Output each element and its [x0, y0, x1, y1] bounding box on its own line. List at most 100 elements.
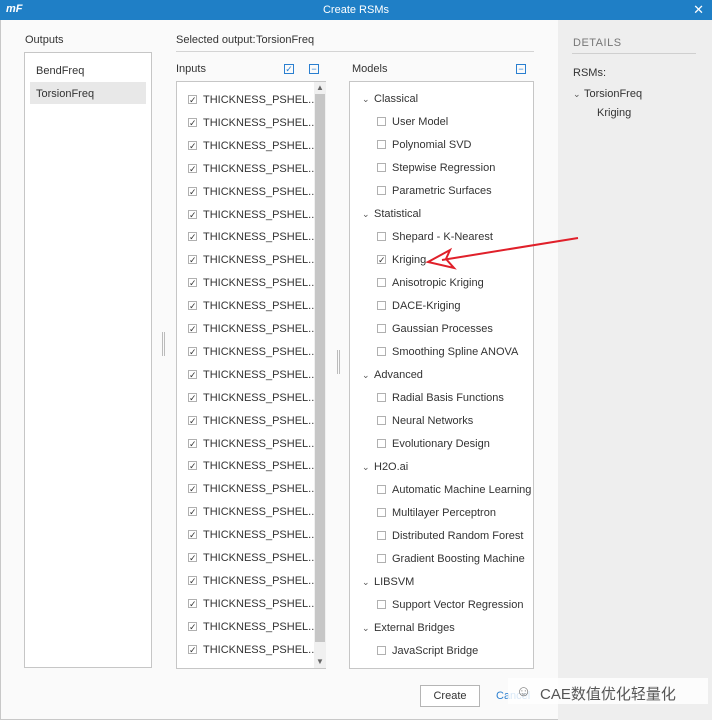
- model-label: Multilayer Perceptron: [392, 507, 496, 519]
- model-label: Evolutionary Design: [392, 438, 490, 450]
- input-label: THICKNESS_PSHEL...: [203, 345, 318, 358]
- model-checkbox[interactable]: [377, 554, 386, 563]
- input-label: THICKNESS_PSHEL...: [203, 391, 318, 404]
- input-checkbox[interactable]: ✓: [188, 346, 197, 356]
- model-group-label: External Bridges: [374, 622, 455, 634]
- annotation-arrow: [425, 237, 579, 270]
- rsm-tree-parent[interactable]: TorsionFreq: [584, 88, 642, 100]
- model-checkbox[interactable]: [377, 393, 386, 402]
- outputs-header: Outputs: [25, 34, 64, 46]
- model-label: Stepwise Regression: [392, 162, 496, 174]
- model-group-label: Classical: [374, 93, 419, 105]
- input-checkbox[interactable]: ✓: [188, 575, 197, 585]
- splitter-handle-middle[interactable]: [337, 350, 340, 374]
- input-checkbox[interactable]: ✓: [188, 507, 197, 517]
- details-header: DETAILS: [573, 37, 622, 49]
- input-label: THICKNESS_PSHEL...: [203, 254, 318, 267]
- input-checkbox[interactable]: ✓: [188, 209, 197, 219]
- model-label: DACE-Kriging: [392, 300, 461, 312]
- input-label: THICKNESS_PSHEL...: [203, 506, 318, 519]
- input-checkbox[interactable]: ✓: [188, 621, 197, 631]
- model-checkbox[interactable]: [377, 600, 386, 609]
- model-checkbox[interactable]: [377, 347, 386, 356]
- input-label: THICKNESS_PSHEL...: [203, 139, 318, 152]
- chevron-down-icon[interactable]: ⌄: [362, 94, 370, 105]
- scroll-up-icon[interactable]: ▲: [315, 83, 325, 92]
- input-checkbox[interactable]: ✓: [188, 644, 197, 654]
- rsms-label: RSMs:: [573, 67, 606, 79]
- input-checkbox[interactable]: ✓: [188, 278, 197, 288]
- model-label: Polynomial SVD: [392, 139, 472, 151]
- input-checkbox[interactable]: ✓: [188, 163, 197, 173]
- model-checkbox[interactable]: [377, 416, 386, 425]
- model-group-label: LIBSVM: [374, 576, 415, 588]
- model-label: Gradient Boosting Machine: [392, 553, 525, 565]
- model-label: Radial Basis Functions: [392, 392, 504, 404]
- model-checkbox[interactable]: [377, 646, 386, 655]
- input-label: THICKNESS_PSHEL...: [203, 116, 318, 129]
- model-checkbox[interactable]: [377, 485, 386, 494]
- input-checkbox[interactable]: ✓: [188, 415, 197, 425]
- input-checkbox[interactable]: ✓: [188, 438, 197, 448]
- model-checkbox[interactable]: [377, 117, 386, 126]
- input-label: THICKNESS_PSHEL...: [203, 414, 318, 427]
- select-all-checkbox-icon[interactable]: ✓: [284, 64, 294, 74]
- input-checkbox[interactable]: ✓: [188, 392, 197, 402]
- chevron-down-icon[interactable]: ⌄: [573, 89, 581, 100]
- model-checkbox[interactable]: [377, 301, 386, 310]
- selected-output-value: TorsionFreq: [256, 34, 315, 46]
- input-checkbox[interactable]: ✓: [188, 95, 197, 105]
- input-label: THICKNESS_PSHEL...: [203, 460, 318, 473]
- model-checkbox[interactable]: [377, 163, 386, 172]
- input-label: THICKNESS_PSHEL...: [203, 552, 318, 564]
- input-label: THICKNESS_PSHEL...: [203, 368, 318, 381]
- input-checkbox[interactable]: ✓: [188, 301, 197, 311]
- input-checkbox[interactable]: ✓: [188, 255, 197, 265]
- chevron-down-icon[interactable]: ⌄: [362, 462, 370, 473]
- model-label: Parametric Surfaces: [392, 185, 492, 197]
- input-checkbox[interactable]: ✓: [188, 232, 197, 242]
- input-label: THICKNESS_PSHEL...: [203, 300, 318, 313]
- input-checkbox[interactable]: ✓: [188, 598, 197, 608]
- divider: [176, 51, 534, 52]
- selected-output-label: Selected output:: [176, 34, 256, 46]
- input-checkbox[interactable]: ✓: [188, 369, 197, 379]
- model-checkbox[interactable]: [377, 531, 386, 540]
- chevron-down-icon[interactable]: ⌄: [362, 209, 370, 220]
- output-item-torsionfreq[interactable]: TorsionFreq: [30, 82, 146, 104]
- model-checkbox[interactable]: [377, 232, 386, 241]
- output-item-bendfreq[interactable]: BendFreq: [30, 59, 146, 81]
- scroll-down-icon[interactable]: ▼: [315, 657, 325, 666]
- input-label: THICKNESS_PSHEL...: [203, 231, 318, 244]
- inputs-scroll-thumb[interactable]: [315, 94, 325, 642]
- rsm-tree-child[interactable]: Kriging: [597, 107, 631, 119]
- collapse-icon[interactable]: −: [516, 64, 526, 74]
- wechat-icon: ☺: [516, 683, 532, 700]
- input-label: THICKNESS_PSHEL...: [203, 620, 318, 633]
- collapse-icon[interactable]: −: [309, 64, 319, 74]
- input-checkbox[interactable]: ✓: [188, 530, 197, 540]
- input-checkbox[interactable]: ✓: [188, 484, 197, 494]
- input-checkbox[interactable]: ✓: [188, 324, 197, 334]
- input-label: THICKNESS_PSHEL...: [203, 574, 318, 587]
- input-checkbox[interactable]: ✓: [188, 553, 197, 563]
- input-checkbox[interactable]: ✓: [188, 140, 197, 150]
- chevron-down-icon[interactable]: ⌄: [362, 370, 370, 381]
- create-button[interactable]: Create: [420, 685, 480, 707]
- input-checkbox[interactable]: ✓: [188, 186, 197, 196]
- model-checkbox[interactable]: ✓: [377, 255, 386, 265]
- input-label: THICKNESS_PSHEL...: [203, 94, 318, 106]
- model-checkbox[interactable]: [377, 439, 386, 448]
- model-checkbox[interactable]: [377, 186, 386, 195]
- model-checkbox[interactable]: [377, 508, 386, 517]
- input-checkbox[interactable]: ✓: [188, 117, 197, 127]
- chevron-down-icon[interactable]: ⌄: [362, 623, 370, 634]
- input-label: THICKNESS_PSHEL...: [203, 597, 318, 610]
- model-checkbox[interactable]: [377, 278, 386, 287]
- close-icon[interactable]: ✕: [693, 2, 704, 18]
- model-checkbox[interactable]: [377, 140, 386, 149]
- input-checkbox[interactable]: ✓: [188, 461, 197, 471]
- splitter-handle-left[interactable]: [162, 332, 165, 356]
- chevron-down-icon[interactable]: ⌄: [362, 577, 370, 588]
- model-checkbox[interactable]: [377, 324, 386, 333]
